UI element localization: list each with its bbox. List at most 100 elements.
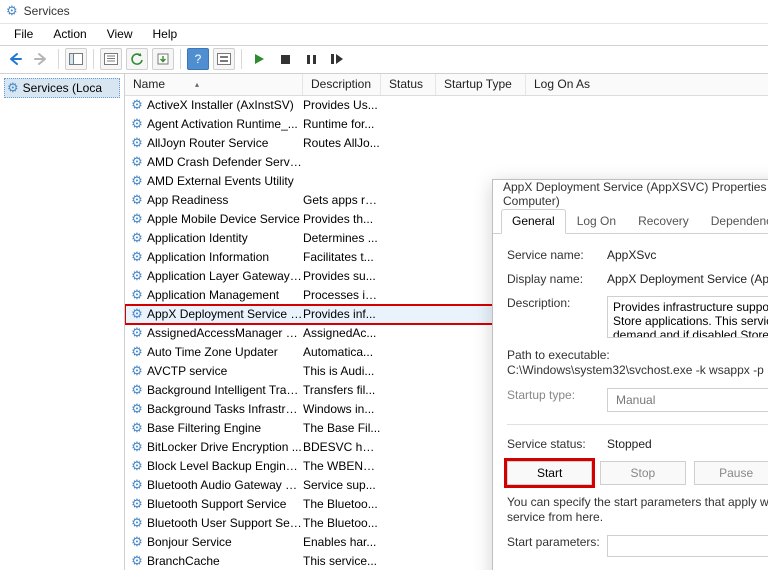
gear-icon: ⚙ [129,287,145,303]
pause-service-button[interactable] [300,48,322,70]
tab-general[interactable]: General [501,209,566,234]
column-description[interactable]: Description [303,74,381,95]
service-row[interactable]: ⚙AllJoyn Router ServiceRoutes AllJo... [125,134,768,153]
label-service-status: Service status: [507,437,607,451]
menu-file[interactable]: File [4,27,43,41]
gear-icon: ⚙ [129,401,145,417]
gear-icon: ⚙ [129,249,145,265]
service-description: Runtime for... [303,117,381,131]
help-button[interactable]: ? [187,48,209,70]
startup-type-select[interactable]: Manual ⌵ [607,388,768,412]
column-startup-type[interactable]: Startup Type [436,74,526,95]
toolbar-separator [241,49,242,69]
service-name: Apple Mobile Device Service [145,212,303,226]
divider [507,424,768,425]
open-service-button[interactable] [213,48,235,70]
forward-button[interactable] [30,48,52,70]
toolbar-separator [58,49,59,69]
label-startup-type: Startup type: [507,388,607,402]
service-name: Application Management [145,288,303,302]
properties-dialog: AppX Deployment Service (AppXSVC) Proper… [492,179,768,570]
dialog-titlebar[interactable]: AppX Deployment Service (AppXSVC) Proper… [493,180,768,208]
label-display-name: Display name: [507,272,607,286]
service-name: AssignedAccessManager Se... [145,326,303,340]
menu-view[interactable]: View [97,27,143,41]
tab-dependencies[interactable]: Dependencies [700,209,768,234]
column-log-on-as[interactable]: Log On As [526,74,768,95]
service-description: The Bluetoo... [303,516,381,530]
column-status[interactable]: Status [381,74,436,95]
gear-icon: ⚙ [129,439,145,455]
service-name: Background Intelligent Tran... [145,383,303,397]
label-path: Path to executable: [507,348,768,363]
stop-service-button[interactable] [274,48,296,70]
gear-icon: ⚙ [129,211,145,227]
stop-button: Stop [600,461,685,485]
back-button[interactable] [4,48,26,70]
services-icon: ⚙ [7,80,19,96]
service-name: Agent Activation Runtime_... [145,117,303,131]
services-list: Name▴ Description Status Startup Type Lo… [125,74,768,570]
gear-icon: ⚙ [129,116,145,132]
gear-icon: ⚙ [129,477,145,493]
menu-action[interactable]: Action [43,27,96,41]
restart-service-button[interactable] [326,48,348,70]
refresh-button[interactable] [126,48,148,70]
service-name: ActiveX Installer (AxInstSV) [145,98,303,112]
service-description: BDESVC hos... [303,440,381,454]
service-name: AMD Crash Defender Service [145,155,303,169]
gear-icon: ⚙ [129,363,145,379]
service-name: AppX Deployment Service (... [145,307,303,321]
service-description: The Bluetoo... [303,497,381,511]
service-description: Provides th... [303,212,381,226]
tab-recovery[interactable]: Recovery [627,209,700,234]
value-service-status: Stopped [607,437,768,451]
export-list-button[interactable] [152,48,174,70]
service-name: AVCTP service [145,364,303,378]
service-description: Gets apps re... [303,193,381,207]
gear-icon: ⚙ [129,496,145,512]
description-box[interactable]: Provides infrastructure support for depl… [607,296,768,338]
dialog-tabs: General Log On Recovery Dependencies [493,208,768,234]
pause-button: Pause [694,461,768,485]
menu-help[interactable]: Help [143,27,188,41]
start-button[interactable]: Start [507,461,592,485]
gear-icon: ⚙ [129,458,145,474]
gear-icon: ⚙ [129,420,145,436]
column-name[interactable]: Name▴ [125,74,303,95]
service-name: Base Filtering Engine [145,421,303,435]
gear-icon: ⚙ [129,268,145,284]
service-row[interactable]: ⚙AMD Crash Defender Service [125,153,768,172]
gear-icon: ⚙ [129,534,145,550]
properties-button[interactable] [100,48,122,70]
service-name: App Readiness [145,193,303,207]
start-service-button[interactable] [248,48,270,70]
service-description: AssignedAc... [303,326,381,340]
tab-log-on[interactable]: Log On [566,209,627,234]
service-name: Application Information [145,250,303,264]
gear-icon: ⚙ [129,192,145,208]
value-display-name: AppX Deployment Service (AppXSVC) [607,272,768,286]
service-name: Bluetooth Audio Gateway S... [145,478,303,492]
gear-icon: ⚙ [129,173,145,189]
service-name: Auto Time Zone Updater [145,345,303,359]
toolbar-separator [180,49,181,69]
show-hide-console-button[interactable] [65,48,87,70]
service-row[interactable]: ⚙ActiveX Installer (AxInstSV)Provides Us… [125,96,768,115]
service-name: Background Tasks Infrastruc... [145,402,303,416]
service-description: Service sup... [303,478,381,492]
dialog-title: AppX Deployment Service (AppXSVC) Proper… [503,180,768,208]
value-service-name: AppXSvc [607,248,768,262]
service-row[interactable]: ⚙Agent Activation Runtime_...Runtime for… [125,115,768,134]
service-description: Enables har... [303,535,381,549]
gear-icon: ⚙ [129,154,145,170]
start-parameters-input[interactable] [607,535,768,557]
service-description: Determines ... [303,231,381,245]
gear-icon: ⚙ [129,515,145,531]
service-name: AMD External Events Utility [145,174,303,188]
menubar: File Action View Help [0,24,768,46]
gear-icon: ⚙ [129,230,145,246]
label-service-name: Service name: [507,248,607,262]
service-name: Bonjour Service [145,535,303,549]
tree-item-services[interactable]: ⚙ Services (Loca [4,78,120,98]
